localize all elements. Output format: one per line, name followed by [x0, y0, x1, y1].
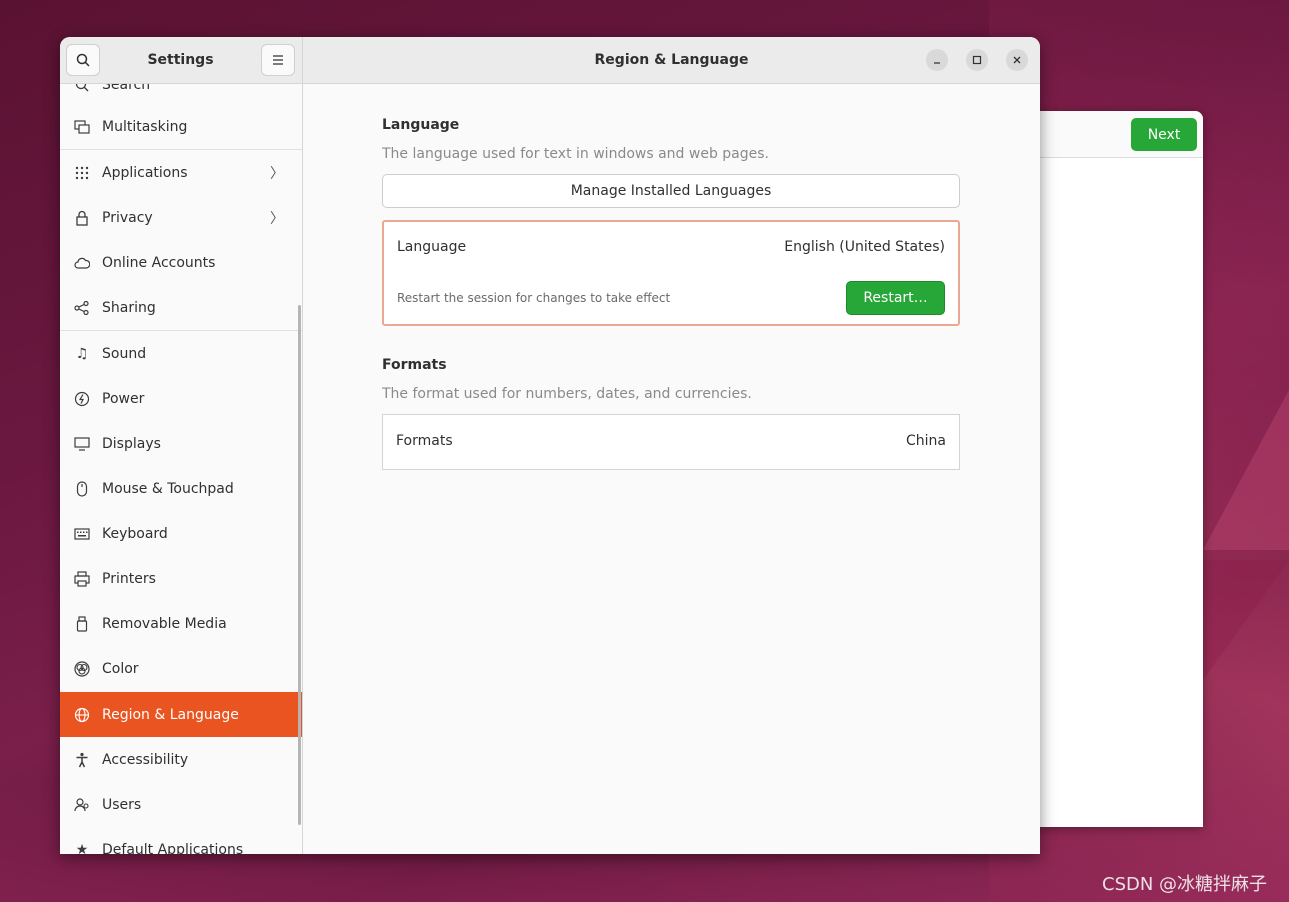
search-icon	[74, 84, 90, 93]
settings-window: Settings Region & Language Search Multit…	[60, 37, 1040, 854]
sidebar-item-label: Printers	[102, 570, 156, 587]
printer-icon	[74, 570, 90, 587]
content-header: Region & Language	[303, 37, 1040, 84]
sidebar-item-label: Power	[102, 390, 145, 407]
users-icon	[74, 797, 90, 813]
watermark-text: CSDN @冰糖拌麻子	[1102, 874, 1268, 895]
lock-icon	[74, 210, 90, 226]
background-dialog-window: Next	[1030, 111, 1203, 827]
language-section-description: The language used for text in windows an…	[382, 146, 769, 162]
sidebar-item-label: Applications	[102, 164, 188, 181]
language-row-value: English (United States)	[784, 239, 945, 255]
formats-row[interactable]: Formats China	[382, 414, 960, 470]
sidebar-item-label: Search	[102, 84, 151, 93]
display-icon	[74, 436, 90, 452]
formats-row-value: China	[906, 433, 946, 449]
formats-row-label: Formats	[396, 433, 453, 449]
sidebar-item-label: Color	[102, 660, 139, 677]
menu-button[interactable]	[261, 44, 295, 76]
power-icon	[74, 391, 90, 407]
sidebar-item-users[interactable]: Users	[60, 782, 302, 827]
grid-icon	[74, 165, 90, 181]
sidebar-item-power[interactable]: Power	[60, 376, 302, 421]
chevron-right-icon: 〉	[270, 165, 284, 182]
sidebar-item-label: Sharing	[102, 299, 156, 316]
sidebar-item-label: Displays	[102, 435, 161, 452]
star-icon: ★	[75, 841, 89, 855]
wallpaper-shape	[1203, 390, 1289, 550]
sidebar-item-label: Multitasking	[102, 118, 188, 135]
sidebar-header: Settings	[60, 37, 303, 84]
sidebar-item-default-applications[interactable]: ★ Default Applications	[60, 827, 302, 855]
accessibility-icon	[74, 752, 90, 768]
sidebar-item-region-language[interactable]: Region & Language	[60, 692, 302, 737]
language-row[interactable]: Language English (United States)	[384, 222, 958, 272]
sidebar-item-mouse-touchpad[interactable]: Mouse & Touchpad	[60, 466, 302, 511]
minimize-icon	[934, 62, 940, 64]
globe-icon	[74, 707, 90, 723]
sidebar-item-label: Online Accounts	[102, 254, 216, 271]
region-language-panel: Language The language used for text in w…	[303, 84, 1040, 854]
close-button[interactable]	[1006, 49, 1028, 71]
sidebar-item-label: Mouse & Touchpad	[102, 480, 234, 497]
search-icon	[76, 53, 90, 67]
language-section-title: Language	[382, 117, 460, 133]
sidebar-item-label: Removable Media	[102, 615, 227, 632]
music-note-icon: ♫	[75, 345, 89, 362]
minimize-button[interactable]	[926, 49, 948, 71]
search-button[interactable]	[66, 44, 100, 76]
sidebar-item-label: Keyboard	[102, 525, 168, 542]
settings-sidebar: Search Multitasking Applications 〉 Priva…	[60, 84, 303, 854]
maximize-icon	[972, 55, 982, 65]
restart-note: Restart the session for changes to take …	[397, 291, 671, 305]
maximize-button[interactable]	[966, 49, 988, 71]
settings-title: Settings	[147, 52, 214, 68]
sidebar-item-label: Accessibility	[102, 751, 189, 768]
sidebar-item-color[interactable]: Color	[60, 646, 302, 691]
wallpaper-shape	[1203, 560, 1289, 680]
sidebar-scrollbar[interactable]	[298, 305, 301, 825]
sidebar-item-removable-media[interactable]: Removable Media	[60, 601, 302, 646]
sidebar-item-printers[interactable]: Printers	[60, 556, 302, 601]
restart-button[interactable]: Restart…	[846, 281, 945, 315]
sidebar-item-accessibility[interactable]: Accessibility	[60, 737, 302, 782]
sidebar-item-displays[interactable]: Displays	[60, 421, 302, 466]
hamburger-icon	[273, 55, 283, 65]
sidebar-item-label: Privacy	[102, 209, 153, 226]
language-row-label: Language	[397, 239, 467, 255]
sidebar-item-keyboard[interactable]: Keyboard	[60, 511, 302, 556]
manage-installed-languages-button[interactable]: Manage Installed Languages	[382, 174, 960, 208]
formats-section-description: The format used for numbers, dates, and …	[382, 386, 752, 402]
color-icon	[74, 660, 90, 677]
sidebar-item-label: Default Applications	[102, 841, 244, 855]
multitasking-icon	[74, 119, 90, 135]
sidebar-item-label: Sound	[102, 345, 147, 362]
sidebar-item-label: Users	[102, 796, 142, 813]
sidebar-item-sound[interactable]: ♫ Sound	[60, 331, 302, 376]
share-icon	[74, 300, 90, 316]
usb-icon	[74, 615, 90, 632]
background-dialog-header: Next	[1030, 111, 1203, 158]
sidebar-item-privacy[interactable]: Privacy 〉	[60, 195, 302, 240]
sidebar-item-sharing[interactable]: Sharing	[60, 285, 302, 330]
cloud-icon	[74, 255, 90, 271]
formats-section-title: Formats	[382, 357, 447, 373]
close-icon	[1013, 56, 1021, 64]
sidebar-item-applications[interactable]: Applications 〉	[60, 150, 302, 195]
language-settings-box: Language English (United States) Restart…	[382, 220, 960, 326]
sidebar-item-label: Region & Language	[102, 706, 239, 723]
keyboard-icon	[74, 526, 90, 542]
sidebar-item-multitasking[interactable]: Multitasking	[60, 104, 302, 149]
next-button[interactable]: Next	[1131, 118, 1197, 151]
chevron-right-icon: 〉	[270, 210, 284, 227]
sidebar-item-online-accounts[interactable]: Online Accounts	[60, 240, 302, 285]
mouse-icon	[74, 480, 90, 497]
